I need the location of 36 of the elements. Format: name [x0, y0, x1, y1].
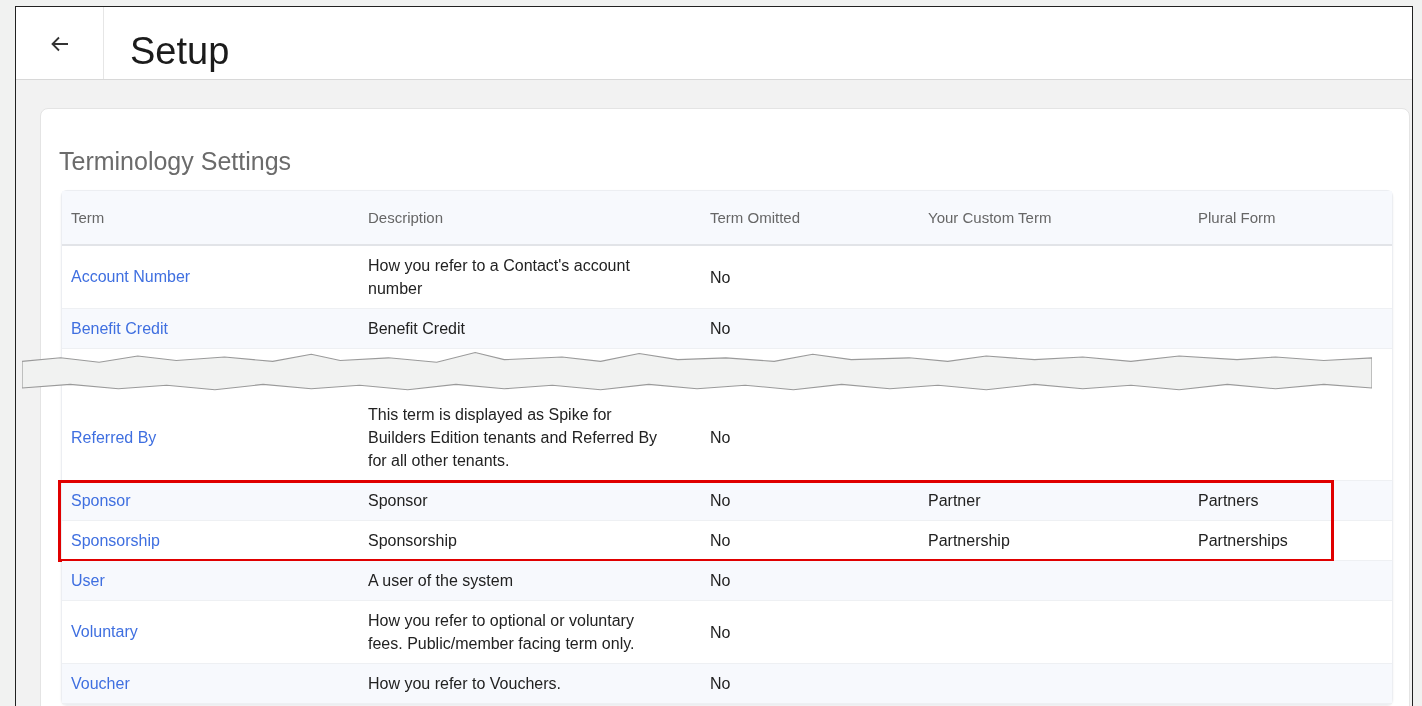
custom-term-cell-text: Partner	[928, 491, 982, 511]
column-header: Plural Form	[1198, 209, 1277, 226]
column-header: Term	[71, 209, 106, 226]
term-omitted-cell-text: No	[710, 571, 732, 591]
description-cell-text: Benefit Credit	[368, 319, 466, 339]
column-header: Your Custom Term	[928, 209, 1053, 226]
description-cell-text: A user of the system	[368, 571, 514, 591]
description-cell-text: How you refer to Vouchers.	[368, 674, 562, 694]
term-link[interactable]: Voluntary	[71, 623, 368, 641]
description-cell-text: This term is displayed as Spike for Builders Edition tenants and Referred By for all other tenants.	[368, 405, 659, 471]
term-omitted-cell-text: No	[710, 674, 732, 694]
term-omitted-cell-text: No	[710, 319, 732, 339]
term-link[interactable]: Voucher	[71, 674, 368, 693]
term-omitted-cell-text: No	[710, 428, 732, 448]
back-arrow-icon	[50, 36, 69, 52]
term-omitted-cell-text: No	[710, 267, 732, 288]
term-link[interactable]: Sponsorship	[71, 531, 368, 550]
page-title: Setup	[130, 29, 230, 74]
term-link[interactable]: Sponsor	[71, 491, 368, 510]
description-cell-text: How you refer to optional or voluntary fees. Public/member facing term only.	[368, 611, 636, 654]
term-omitted-cell-text: No	[710, 531, 732, 551]
term-link[interactable]: Account Number	[71, 268, 368, 286]
term-link[interactable]: User	[71, 571, 368, 590]
section-title: Terminology Settings	[59, 147, 293, 176]
term-omitted-cell-text: No	[710, 491, 732, 511]
description-cell-text: Sponsor	[368, 491, 429, 511]
term-link[interactable]: Benefit Credit	[71, 319, 368, 338]
custom-term-cell-text: Partnership	[928, 531, 1011, 551]
column-header: Description	[368, 209, 445, 226]
column-header: Term Omitted	[710, 209, 801, 226]
plural-form-cell-text: Partners	[1198, 491, 1260, 511]
term-link[interactable]: Referred By	[71, 428, 368, 447]
description-cell-text: How you refer to a Contact's account number	[368, 256, 631, 299]
term-omitted-cell-text: No	[710, 622, 732, 643]
plural-form-cell-text: Partnerships	[1198, 531, 1289, 551]
description-cell-text: Sponsorship	[368, 531, 458, 551]
